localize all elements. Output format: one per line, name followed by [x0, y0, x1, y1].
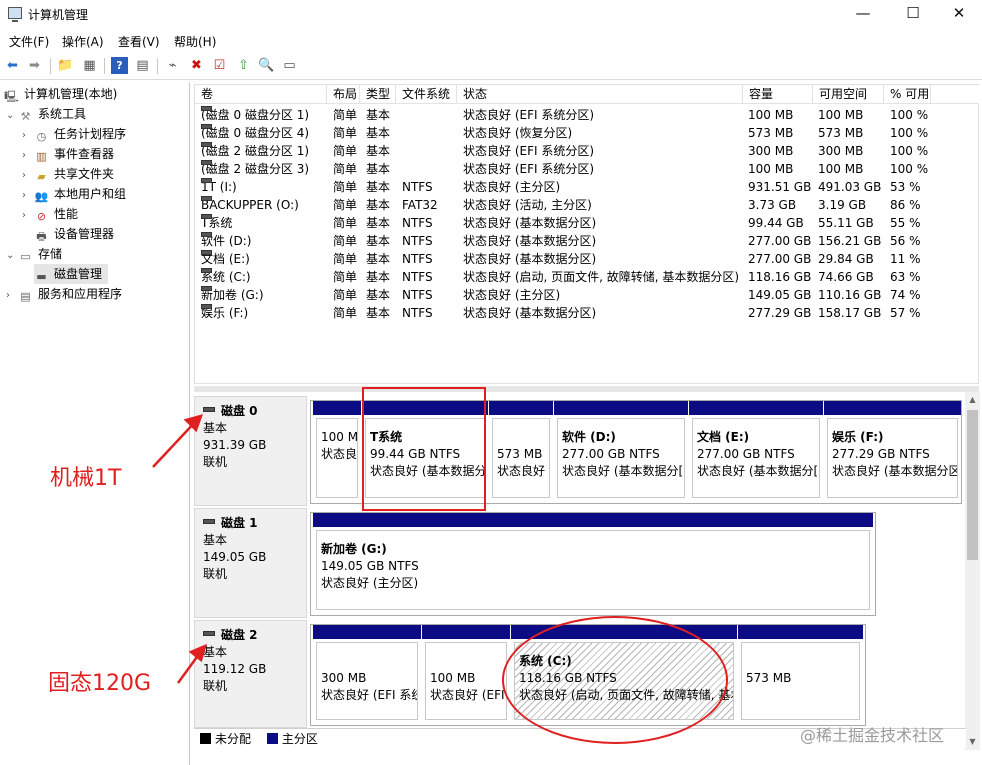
- computer-management-window: 计算机管理 — ☐ ✕ 文件(F) 操作(A) 查看(V) 帮助(H) ⬅ ➡ …: [0, 0, 982, 765]
- annotation-arrows: [152, 414, 207, 684]
- watermark: @稀土掘金技术社区: [800, 726, 945, 745]
- annotation-arrow-hdd: [152, 419, 198, 468]
- arrow-head-icon: [188, 643, 207, 663]
